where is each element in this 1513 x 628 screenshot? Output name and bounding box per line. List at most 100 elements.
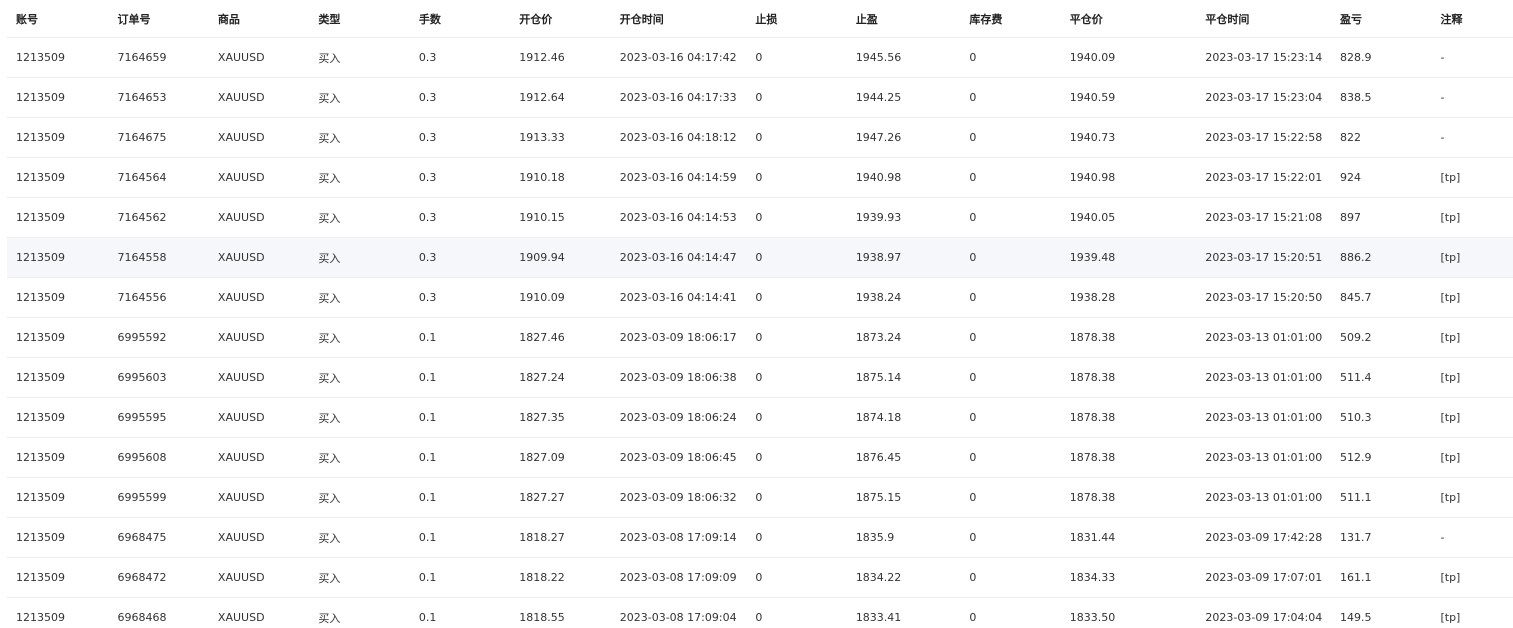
cell-symbol: XAUUSD: [208, 557, 310, 598]
table-row[interactable]: 1213509 6995603 XAUUSD 买入 0.1 1827.24 2023-03-…: [7, 357, 1513, 398]
cell-order-id: 6995595: [108, 397, 209, 438]
column-header-account: 账号: [7, 0, 109, 38]
cell-close-price: 1940.73: [1060, 117, 1197, 158]
table-row[interactable]: 1213509 6968475 XAUUSD 买入 0.1 1818.27 2023-03-…: [7, 517, 1513, 558]
cell-symbol: XAUUSD: [208, 397, 310, 438]
cell-swap: 0: [960, 317, 1061, 358]
cell-comment: [tp]: [1431, 277, 1513, 318]
cell-open-time: 2023-03-08 17:09:04: [610, 597, 747, 628]
cell-profit: 131.7: [1331, 517, 1432, 558]
cell-symbol: XAUUSD: [208, 277, 310, 318]
cell-lots: 0.1: [409, 597, 511, 628]
cell-open-time: 2023-03-09 18:06:45: [610, 437, 747, 478]
cell-symbol: XAUUSD: [208, 517, 310, 558]
cell-open-price: 1827.46: [510, 317, 611, 358]
cell-account: 1213509: [7, 237, 109, 278]
table-row[interactable]: 1213509 6995599 XAUUSD 买入 0.1 1827.27 2023-03-…: [7, 477, 1513, 518]
table-row[interactable]: 1213509 6995592 XAUUSD 买入 0.1 1827.46 2023-03-…: [7, 317, 1513, 358]
cell-symbol: XAUUSD: [208, 597, 310, 628]
cell-take-profit: 1944.25: [846, 77, 961, 118]
cell-swap: 0: [960, 277, 1061, 318]
cell-type: 买入: [309, 597, 410, 628]
cell-close-price: 1940.98: [1060, 157, 1197, 198]
cell-comment: [tp]: [1431, 597, 1513, 628]
cell-type: 买入: [309, 397, 410, 438]
cell-swap: 0: [960, 437, 1061, 478]
cell-stop-loss: 0: [746, 77, 847, 118]
table-row[interactable]: 1213509 6968468 XAUUSD 买入 0.1 1818.55 2023-03-…: [7, 597, 1513, 628]
table-row[interactable]: 1213509 7164659 XAUUSD 买入 0.3 1912.46 2023-03-…: [7, 37, 1513, 78]
cell-comment: [tp]: [1431, 317, 1513, 358]
cell-swap: 0: [960, 517, 1061, 558]
cell-account: 1213509: [7, 277, 109, 318]
column-header-lots: 手数: [409, 0, 511, 38]
cell-open-price: 1912.46: [510, 37, 611, 78]
cell-open-time: 2023-03-09 18:06:38: [610, 357, 747, 398]
cell-close-time: 2023-03-17 15:20:50: [1196, 277, 1332, 318]
cell-comment: [tp]: [1431, 397, 1513, 438]
cell-open-time: 2023-03-16 04:17:42: [610, 37, 747, 78]
cell-stop-loss: 0: [746, 237, 847, 278]
cell-take-profit: 1875.14: [846, 357, 961, 398]
cell-profit: 822: [1331, 117, 1432, 158]
cell-comment: -: [1431, 117, 1513, 158]
table-row[interactable]: 1213509 6968472 XAUUSD 买入 0.1 1818.22 2023-03-…: [7, 557, 1513, 598]
cell-close-time: 2023-03-13 01:01:00: [1196, 357, 1332, 398]
table-row[interactable]: 1213509 7164562 XAUUSD 买入 0.3 1910.15 2023-03-…: [7, 197, 1513, 238]
cell-swap: 0: [960, 197, 1061, 238]
cell-profit: 512.9: [1331, 437, 1432, 478]
cell-comment: [tp]: [1431, 437, 1513, 478]
cell-type: 买入: [309, 117, 410, 158]
cell-close-price: 1831.44: [1060, 517, 1197, 558]
cell-order-id: 7164564: [108, 157, 209, 198]
cell-close-price: 1878.38: [1060, 357, 1197, 398]
table-row[interactable]: 1213509 7164653 XAUUSD 买入 0.3 1912.64 2023-03-…: [7, 77, 1513, 118]
cell-take-profit: 1833.41: [846, 597, 961, 628]
table-row[interactable]: 1213509 7164564 XAUUSD 买入 0.3 1910.18 2023-03-…: [7, 157, 1513, 198]
cell-account: 1213509: [7, 517, 109, 558]
table-body: 1213509 7164659 XAUUSD 买入 0.3 1912.46 2023-03-…: [7, 37, 1513, 628]
table-row[interactable]: 1213509 7164675 XAUUSD 买入 0.3 1913.33 2023-03-…: [7, 117, 1513, 158]
cell-lots: 0.3: [409, 117, 511, 158]
cell-stop-loss: 0: [746, 157, 847, 198]
cell-close-time: 2023-03-13 01:01:00: [1196, 397, 1332, 438]
table-row[interactable]: 1213509 6995608 XAUUSD 买入 0.1 1827.09 2023-03-…: [7, 437, 1513, 478]
cell-open-price: 1912.64: [510, 77, 611, 118]
cell-swap: 0: [960, 477, 1061, 518]
cell-type: 买入: [309, 317, 410, 358]
cell-account: 1213509: [7, 397, 109, 438]
cell-account: 1213509: [7, 317, 109, 358]
table-row[interactable]: 1213509 7164558 XAUUSD 买入 0.3 1909.94 2023-03-…: [7, 237, 1513, 278]
cell-profit: 886.2: [1331, 237, 1432, 278]
table-row[interactable]: 1213509 6995595 XAUUSD 买入 0.1 1827.35 2023-03-…: [7, 397, 1513, 438]
cell-profit: 828.9: [1331, 37, 1432, 78]
cell-close-price: 1940.05: [1060, 197, 1197, 238]
cell-take-profit: 1876.45: [846, 437, 961, 478]
cell-open-price: 1910.18: [510, 157, 611, 198]
cell-close-price: 1833.50: [1060, 597, 1197, 628]
cell-account: 1213509: [7, 157, 109, 198]
cell-comment: [tp]: [1431, 357, 1513, 398]
cell-open-time: 2023-03-16 04:18:12: [610, 117, 747, 158]
cell-stop-loss: 0: [746, 197, 847, 238]
cell-close-price: 1878.38: [1060, 397, 1197, 438]
cell-close-price: 1878.38: [1060, 477, 1197, 518]
cell-take-profit: 1940.98: [846, 157, 961, 198]
cell-lots: 0.1: [409, 317, 511, 358]
cell-open-time: 2023-03-09 18:06:17: [610, 317, 747, 358]
cell-open-time: 2023-03-08 17:09:14: [610, 517, 747, 558]
cell-symbol: XAUUSD: [208, 317, 310, 358]
cell-comment: [tp]: [1431, 157, 1513, 198]
table-row[interactable]: 1213509 7164556 XAUUSD 买入 0.3 1910.09 2023-03-…: [7, 277, 1513, 318]
cell-take-profit: 1875.15: [846, 477, 961, 518]
cell-stop-loss: 0: [746, 277, 847, 318]
cell-open-time: 2023-03-09 18:06:24: [610, 397, 747, 438]
cell-comment: -: [1431, 37, 1513, 78]
cell-lots: 0.1: [409, 557, 511, 598]
cell-comment: [tp]: [1431, 197, 1513, 238]
cell-open-time: 2023-03-08 17:09:09: [610, 557, 747, 598]
cell-profit: 897: [1331, 197, 1432, 238]
cell-account: 1213509: [7, 197, 109, 238]
cell-order-id: 6995608: [108, 437, 209, 478]
cell-close-price: 1939.48: [1060, 237, 1197, 278]
